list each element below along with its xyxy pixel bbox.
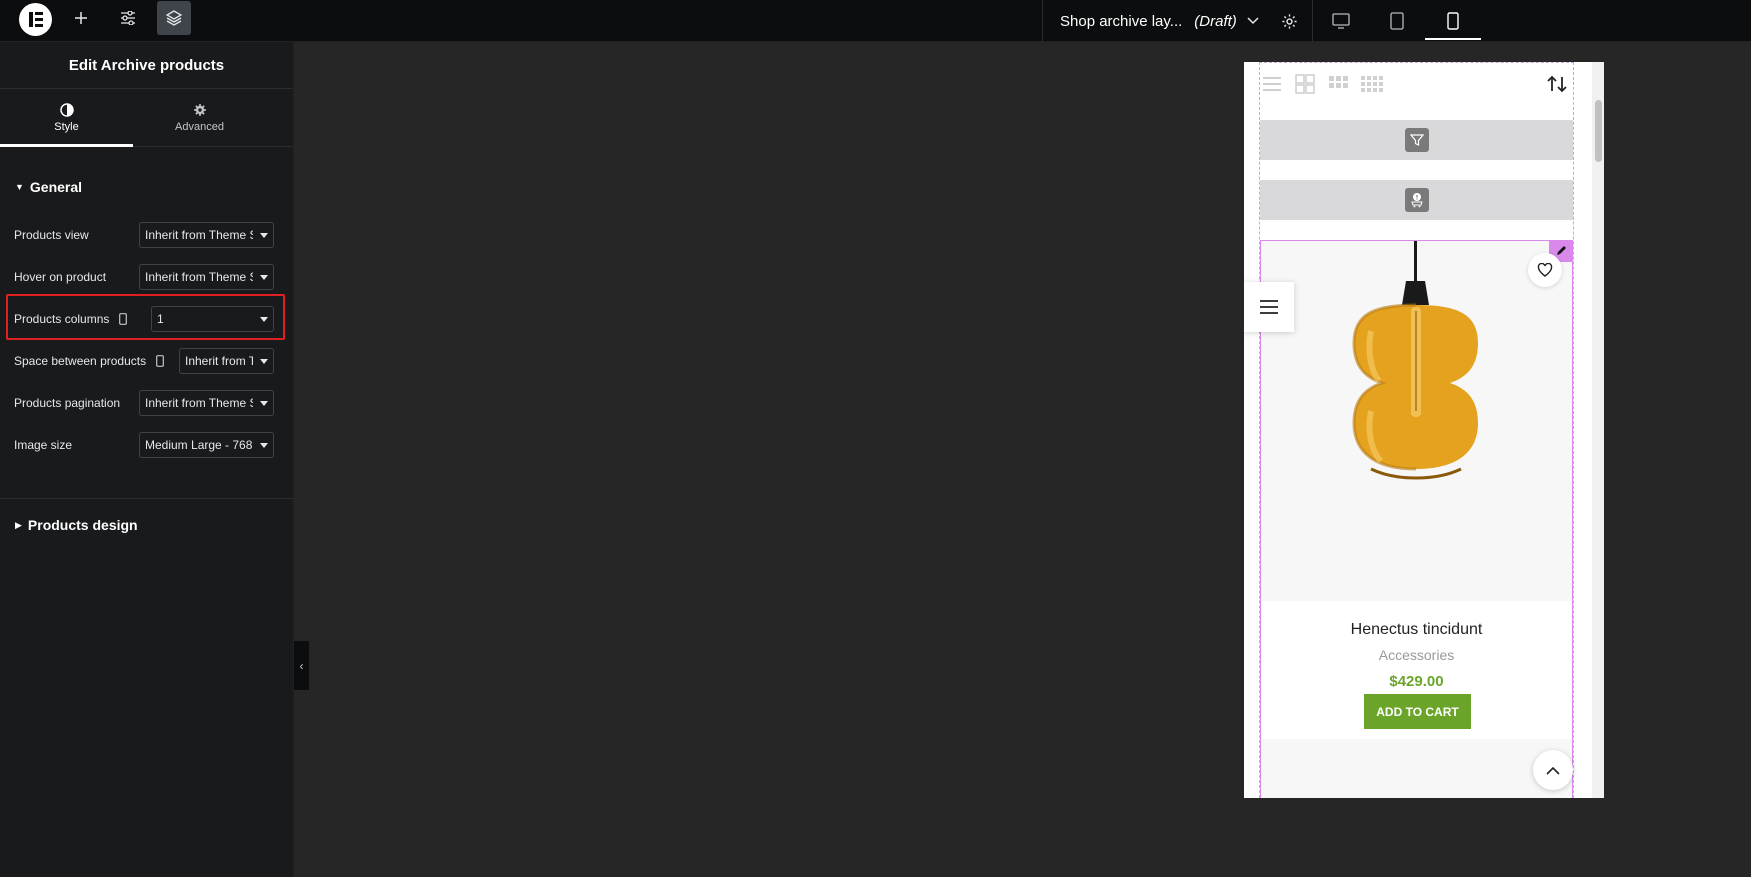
tab-advanced-label: Advanced [175, 120, 224, 133]
mobile-responsive-icon[interactable] [156, 355, 164, 367]
general-section-toggle[interactable]: ▼ General [0, 177, 82, 197]
product-image[interactable] [1261, 241, 1572, 601]
heart-icon [1537, 263, 1553, 277]
image-size-select[interactable]: Medium Large - 768 [139, 432, 274, 458]
mobile-icon [1447, 12, 1459, 30]
products-design-section-toggle[interactable]: ▶ Products design [0, 515, 138, 535]
product-category[interactable]: Accessories [1261, 647, 1572, 663]
layers-icon [166, 10, 182, 26]
caret-down-icon: ▼ [15, 182, 24, 192]
add-to-cart-button[interactable]: ADD TO CART [1364, 694, 1471, 729]
grid-3-view-icon[interactable] [1327, 74, 1349, 94]
sort-icon[interactable] [1546, 74, 1568, 94]
editor-top-bar: Shop archive lay... (Draft) [0, 0, 1751, 42]
chevron-up-icon [1546, 766, 1560, 775]
scroll-to-top-button[interactable] [1533, 750, 1573, 790]
page-settings-button[interactable] [1266, 0, 1312, 42]
panel-tabs: Style Advanced [0, 89, 293, 147]
pendant-lamp-image [1352, 241, 1478, 480]
tab-advanced[interactable]: Advanced [133, 89, 266, 146]
tablet-icon [1390, 12, 1404, 30]
product-card[interactable]: Henectus tincidunt Accessories $429.00 A… [1260, 240, 1573, 798]
gear-icon [193, 103, 206, 116]
mobile-preview-frame: Henectus tincidunt Accessories $429.00 A… [1244, 62, 1604, 798]
caret-down-icon [260, 233, 268, 238]
wishlist-button[interactable] [1528, 253, 1562, 287]
cart-alert-icon [1404, 188, 1429, 212]
caret-down-icon [260, 401, 268, 406]
collapse-panel-button[interactable]: ‹ [294, 641, 309, 690]
grid-4-view-icon[interactable] [1360, 74, 1384, 94]
desktop-icon [1332, 13, 1350, 29]
caret-down-icon [260, 359, 268, 364]
products-view-select[interactable]: Inherit from Theme Settings [139, 222, 274, 248]
document-status: (Draft) [1194, 12, 1237, 30]
filter-bar[interactable] [1260, 120, 1573, 160]
gear-icon [1281, 13, 1297, 29]
control-label: Products pagination [14, 396, 121, 410]
hamburger-icon [1260, 300, 1278, 314]
tab-style[interactable]: Style [0, 89, 133, 147]
sliders-icon [121, 11, 135, 25]
panel-title: Edit Archive products [0, 42, 293, 89]
mobile-view-button[interactable] [1425, 0, 1481, 42]
notice-bar [1260, 180, 1573, 220]
chevron-down-icon [1247, 17, 1259, 25]
product-price: $429.00 [1389, 673, 1444, 690]
adjust-icon [59, 102, 74, 117]
product-name[interactable]: Henectus tincidunt [1261, 621, 1572, 639]
section-divider [0, 498, 294, 499]
sidebar-menu-button[interactable] [1244, 282, 1294, 332]
site-settings-button[interactable] [111, 1, 145, 35]
highlight-box [6, 294, 285, 340]
scrollbar-thumb[interactable] [1595, 100, 1602, 162]
space-between-products-select[interactable]: Inherit from Theme [179, 348, 274, 374]
list-view-icon[interactable] [1260, 74, 1284, 94]
tab-style-label: Style [54, 120, 79, 133]
caret-down-icon [260, 443, 268, 448]
control-label: Image size [14, 438, 73, 452]
next-product-card[interactable] [1261, 739, 1572, 798]
general-section-title: General [29, 179, 83, 195]
caret-down-icon [260, 275, 268, 280]
grid-2-view-icon[interactable] [1294, 74, 1316, 94]
document-title: Shop archive lay... [1060, 12, 1183, 30]
control-label: Hover on product [14, 270, 107, 284]
caret-right-icon: ▶ [15, 519, 22, 530]
preview-scrollbar[interactable] [1592, 62, 1604, 798]
desktop-view-button[interactable] [1313, 0, 1369, 42]
filter-icon [1404, 128, 1429, 152]
structure-button[interactable] [157, 1, 191, 35]
chevron-left-icon: ‹ [299, 658, 304, 673]
control-label: Space between products [14, 354, 147, 368]
add-element-button[interactable] [64, 1, 98, 35]
elementor-logo-icon[interactable] [19, 3, 52, 36]
hover-on-product-select[interactable]: Inherit from Theme Settings [139, 264, 274, 290]
responsive-mode-switcher [1312, 0, 1481, 42]
tablet-view-button[interactable] [1369, 0, 1425, 42]
control-label: Products view [14, 228, 89, 242]
editor-panel: Edit Archive products Style Advanced ▼ G… [0, 42, 294, 877]
pencil-icon [1557, 246, 1566, 255]
products-design-section-title: Products design [27, 517, 138, 533]
plus-icon [75, 12, 87, 24]
products-pagination-select[interactable]: Inherit from Theme Settings [139, 390, 274, 416]
